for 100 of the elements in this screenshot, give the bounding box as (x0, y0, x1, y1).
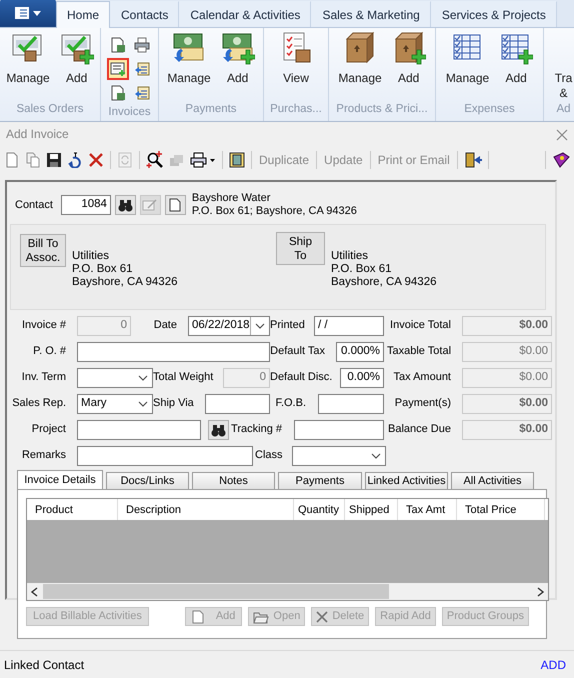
date-field[interactable]: 06/22/2018 (188, 316, 270, 336)
column-header: Product (27, 499, 118, 520)
caret-icon (33, 10, 41, 16)
chevron-down-icon (137, 372, 149, 382)
ribbon-button[interactable]: Add (56, 31, 98, 101)
contact-field[interactable]: 1084 (60, 195, 111, 215)
field-label: Balance Due (387, 422, 452, 438)
field-label: Invoice # (20, 318, 67, 334)
search-icon[interactable] (146, 151, 164, 169)
status-text: Linked Contact (4, 656, 84, 674)
copy-icon[interactable] (25, 152, 41, 168)
binoculars-icon[interactable] (116, 198, 134, 212)
printer-icon[interactable] (190, 152, 216, 168)
scrollbar[interactable] (27, 583, 548, 600)
calculator-icon[interactable] (229, 152, 245, 168)
menu-icon (15, 7, 29, 19)
ribbon-button[interactable]: Add (495, 31, 538, 101)
input-field[interactable]: / / (314, 316, 384, 336)
dropdown-field[interactable] (77, 368, 153, 388)
column-header: Tax Amt (398, 499, 457, 520)
ribbon-button[interactable]: Manage (334, 31, 386, 101)
tab[interactable]: Payments (278, 472, 362, 489)
input-field[interactable] (294, 420, 384, 440)
chevron-down-icon (254, 320, 266, 330)
printer-icon (134, 37, 150, 53)
tab[interactable]: Invoice Details (17, 470, 103, 489)
document-icon[interactable] (169, 198, 182, 212)
field-label: Invoice Total (389, 318, 452, 334)
column-header: Description (118, 499, 294, 520)
address-text: P.O. Box 61 (72, 263, 134, 276)
tab[interactable]: All Activities (451, 472, 534, 489)
folder-icon (253, 610, 270, 624)
input-field[interactable] (77, 342, 270, 362)
ribbon-tab[interactable]: Sales & Marketing (311, 1, 431, 27)
chevron-down-icon (370, 450, 382, 460)
field-label: Sales Rep. (11, 396, 67, 412)
ribbon-tab[interactable]: Home (56, 1, 110, 28)
document-icon (110, 37, 126, 53)
field-label: Class (255, 448, 284, 464)
undo-icon[interactable] (67, 152, 83, 168)
group-label: Purchas... (269, 102, 323, 117)
dialog-title: Add Invoice (6, 126, 69, 143)
readonly-field: $0.00 (462, 316, 552, 336)
readonly-field: $0.00 (462, 368, 552, 388)
input-field[interactable] (77, 420, 201, 440)
form-arrow-icon (134, 61, 150, 77)
address-text: P.O. Box 61 (331, 263, 393, 276)
ribbon-button[interactable]: Manage (442, 31, 494, 101)
ribbon-button[interactable]: Add (216, 31, 259, 101)
status-mode-text: ADD (540, 656, 566, 674)
ribbon-small-button[interactable] (106, 58, 128, 80)
dropdown-field[interactable]: Mary (77, 394, 153, 414)
field-label: Date (152, 318, 178, 334)
banknote-plus-icon (220, 31, 255, 65)
input-field[interactable]: 0.000% (336, 342, 384, 362)
ribbon-button[interactable]: Tra & (550, 31, 574, 101)
field-label: P. O. # (32, 344, 67, 360)
address-button[interactable]: Ship To (276, 232, 325, 265)
cross-icon (316, 610, 328, 622)
readonly-field: $0.00 (462, 394, 552, 414)
ribbon-button[interactable]: Manage (163, 31, 215, 101)
ribbon-tab[interactable]: Services & Projects (430, 1, 557, 27)
exit-icon[interactable] (464, 152, 482, 168)
form-arrow-icon (134, 85, 150, 101)
close-icon[interactable] (556, 128, 568, 141)
tab[interactable]: Docs/Links (106, 472, 189, 489)
readonly-field: $0.00 (462, 420, 552, 440)
app-menu-button[interactable] (0, 0, 56, 27)
field-label: Tax Amount (392, 370, 452, 386)
field-label: Total Weight (153, 370, 214, 386)
group-label: Payments (184, 102, 238, 117)
edit-icon (142, 198, 158, 212)
ribbon-tab[interactable]: Calendar & Activities (179, 1, 312, 27)
address-button[interactable]: Bill To Assoc. (20, 234, 66, 267)
group-label: Invoices (107, 105, 152, 120)
ribbon-button[interactable]: Manage (2, 31, 54, 101)
save-icon[interactable] (46, 152, 62, 168)
dropdown-field[interactable] (292, 446, 386, 466)
field-label: Project (30, 422, 67, 438)
delete-icon[interactable] (88, 152, 104, 168)
input-field[interactable] (77, 446, 253, 466)
ribbon-button[interactable]: Add (388, 31, 430, 101)
address-text: Utilities (331, 250, 370, 263)
binoculars-icon[interactable] (210, 422, 227, 436)
ribbon-button[interactable]: View (275, 31, 317, 101)
input-field[interactable] (205, 394, 270, 414)
ribbon-tab[interactable]: Contacts (110, 1, 180, 27)
scrollbar-thumb[interactable] (43, 584, 389, 599)
field-label: Printed (270, 318, 306, 334)
tab[interactable]: Linked Activities (365, 472, 448, 489)
document-icon (192, 610, 204, 624)
input-field[interactable] (318, 394, 384, 414)
banknote-icon (172, 31, 206, 65)
box-icon (343, 31, 377, 65)
column-header: Quantity (294, 499, 345, 520)
field-label: Contact (15, 198, 53, 213)
input-field[interactable]: 0.00% (340, 368, 384, 388)
tab[interactable]: Notes (192, 472, 275, 489)
field-label: Tracking # (230, 422, 283, 438)
address-text: Bayshore, CA 94326 (331, 276, 436, 289)
